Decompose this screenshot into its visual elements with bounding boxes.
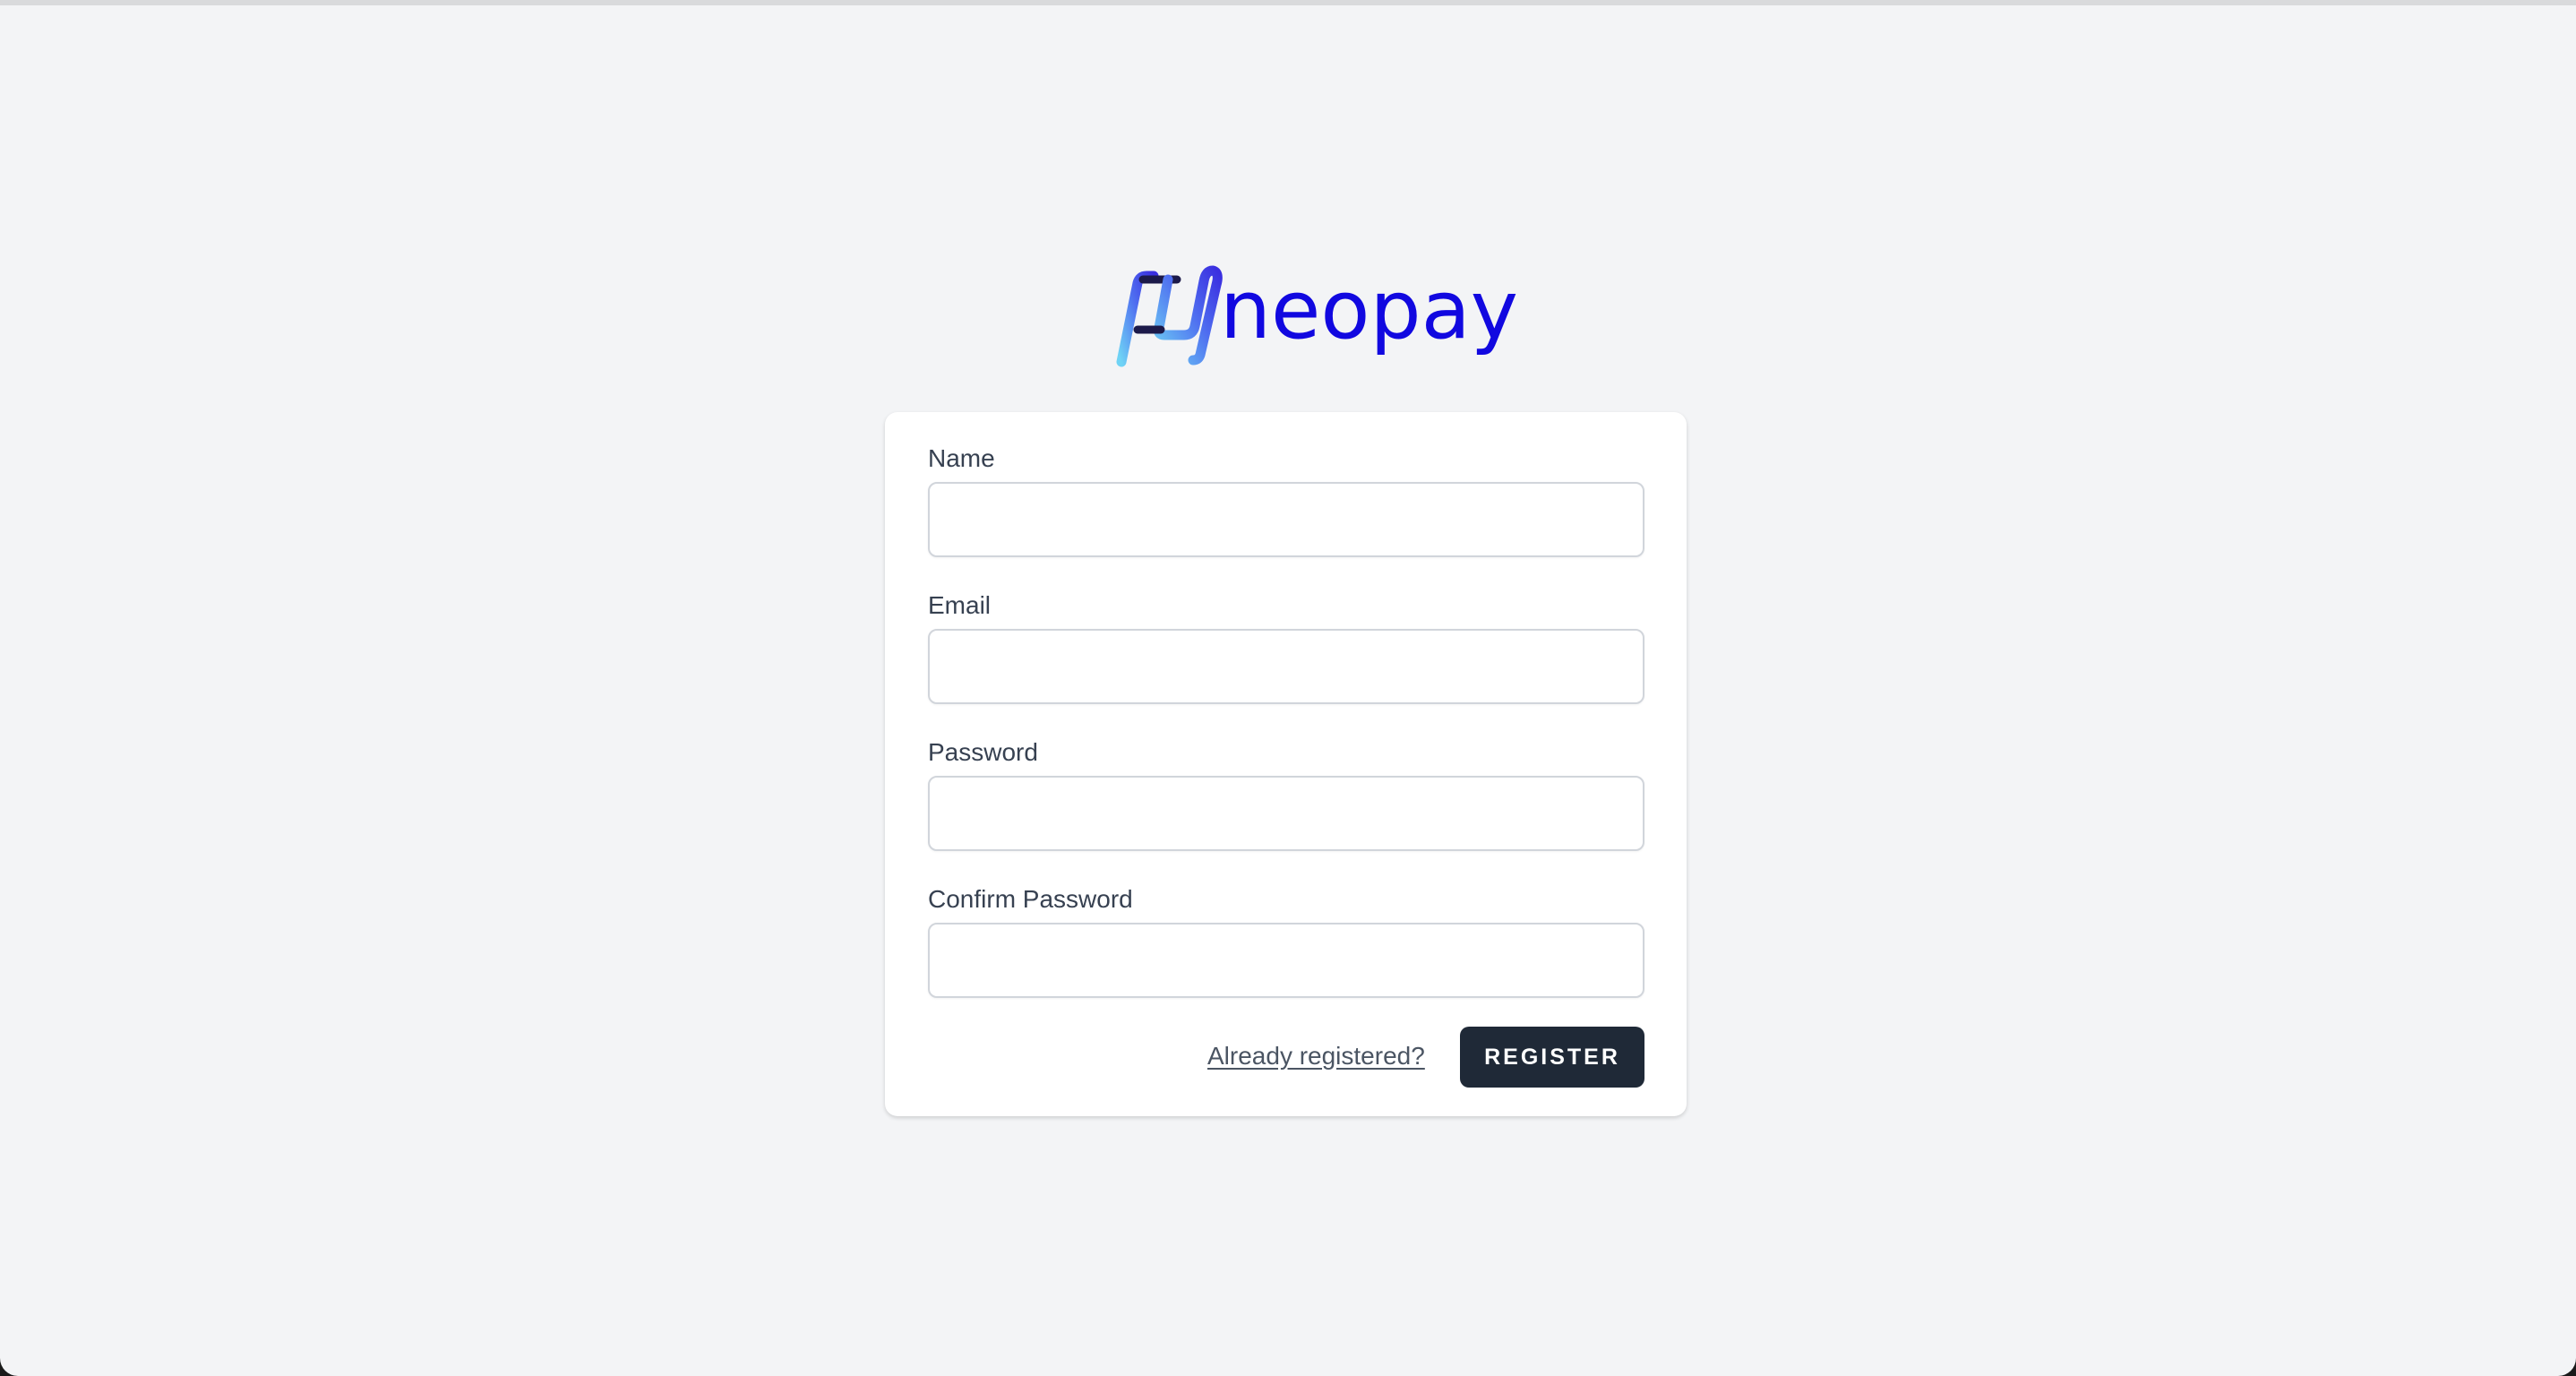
name-input[interactable] [928,482,1644,557]
password-input[interactable] [928,776,1644,851]
neopay-logo-mark-icon [1116,265,1223,367]
confirm-password-input[interactable] [928,923,1644,998]
already-registered-link[interactable]: Already registered? [1207,1041,1425,1071]
brand-name: neopay [1220,263,1519,357]
email-input[interactable] [928,629,1644,704]
neopay-logo[interactable]: neopay [1109,262,1518,373]
confirm-password-label: Confirm Password [928,885,1133,913]
register-form-card: Name Email Password Confirm Password Alr… [885,412,1687,1116]
password-label: Password [928,738,1038,766]
email-label: Email [928,591,992,619]
name-label: Name [928,444,995,472]
register-button[interactable]: REGISTER [1460,1027,1644,1088]
